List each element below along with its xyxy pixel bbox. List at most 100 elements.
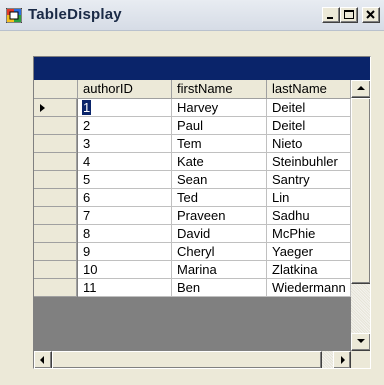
cell-authorid[interactable]: 1 <box>78 99 172 117</box>
row-header[interactable] <box>34 135 77 153</box>
cell-firstname[interactable]: Praveen <box>172 207 267 225</box>
cell-value: 8 <box>83 226 91 241</box>
row-header[interactable] <box>34 207 77 225</box>
cell-authorid[interactable]: 8 <box>78 225 172 243</box>
cell-value: Harvey <box>177 100 219 115</box>
minimize-button[interactable] <box>322 7 340 23</box>
table-display-window: TableDisplay authorID firstName lastName… <box>0 0 384 385</box>
scroll-right-button[interactable] <box>333 351 351 368</box>
column-header-lastname[interactable]: lastName <box>267 80 351 99</box>
data-grid[interactable]: authorID firstName lastName 1 Harvey Deite… <box>33 56 371 369</box>
cell-firstname[interactable]: Cheryl <box>172 243 267 261</box>
cell-value: 9 <box>83 244 91 259</box>
scroll-up-button[interactable] <box>351 80 370 98</box>
cell-value: Wiedermann <box>272 280 346 295</box>
cell-value: Deitel <box>272 118 306 133</box>
title-bar[interactable]: TableDisplay <box>0 0 384 31</box>
cell-lastname[interactable]: Lin <box>267 189 351 207</box>
row-header[interactable] <box>34 99 77 117</box>
cell-lastname[interactable]: Deitel <box>267 99 351 117</box>
horizontal-scrollbar[interactable] <box>34 351 351 368</box>
table-row[interactable]: 6 Ted Lin <box>34 189 351 207</box>
cell-firstname[interactable]: Kate <box>172 153 267 171</box>
scrollbar-corner <box>351 351 370 368</box>
cell-authorid[interactable]: 9 <box>78 243 172 261</box>
table-row[interactable]: 3 Tem Nieto <box>34 135 351 153</box>
cell-lastname[interactable]: Wiedermann <box>267 279 351 297</box>
cell-firstname[interactable]: Harvey <box>172 99 267 117</box>
cell-value: Paul <box>177 118 204 133</box>
cell-authorid[interactable]: 2 <box>78 117 172 135</box>
cell-value: Ted <box>177 190 198 205</box>
table-row[interactable]: 1 Harvey Deitel <box>34 99 351 117</box>
table-row[interactable]: 7 Praveen Sadhu <box>34 207 351 225</box>
table-row[interactable]: 11 Ben Wiedermann <box>34 279 351 297</box>
table-row[interactable]: 9 Cheryl Yaeger <box>34 243 351 261</box>
cell-authorid[interactable]: 3 <box>78 135 172 153</box>
scroll-left-button[interactable] <box>34 351 52 368</box>
cell-value: 1 <box>82 100 92 115</box>
cell-authorid[interactable]: 5 <box>78 171 172 189</box>
cell-lastname[interactable]: Sadhu <box>267 207 351 225</box>
app-icon[interactable] <box>5 7 23 24</box>
cell-authorid[interactable]: 11 <box>78 279 172 297</box>
cell-firstname[interactable]: Paul <box>172 117 267 135</box>
table-row[interactable]: 2 Paul Deitel <box>34 117 351 135</box>
row-header[interactable] <box>34 117 77 135</box>
cell-firstname[interactable]: David <box>172 225 267 243</box>
cell-value: Ben <box>177 280 201 295</box>
arrow-right-icon <box>341 356 345 364</box>
cell-lastname[interactable]: McPhie <box>267 225 351 243</box>
cell-firstname[interactable]: Ben <box>172 279 267 297</box>
cell-value: 3 <box>83 136 91 151</box>
cell-authorid[interactable]: 7 <box>78 207 172 225</box>
scroll-down-button[interactable] <box>351 333 370 351</box>
vertical-scroll-thumb[interactable] <box>351 98 370 284</box>
cell-authorid[interactable]: 6 <box>78 189 172 207</box>
row-header[interactable] <box>34 243 77 261</box>
cell-authorid[interactable]: 10 <box>78 261 172 279</box>
cell-lastname[interactable]: Yaeger <box>267 243 351 261</box>
row-header[interactable] <box>34 171 77 189</box>
cell-lastname[interactable]: Steinbuhler <box>267 153 351 171</box>
table-row[interactable]: 4 Kate Steinbuhler <box>34 153 351 171</box>
column-header-firstname[interactable]: firstName <box>172 80 267 99</box>
cell-firstname[interactable]: Marina <box>172 261 267 279</box>
cell-firstname[interactable]: Sean <box>172 171 267 189</box>
cell-value: 4 <box>83 154 91 169</box>
cell-authorid[interactable]: 4 <box>78 153 172 171</box>
cell-lastname[interactable]: Santry <box>267 171 351 189</box>
row-header[interactable] <box>34 279 77 297</box>
row-header[interactable] <box>34 225 77 243</box>
arrow-down-icon <box>357 339 365 343</box>
cell-value: Deitel <box>272 100 306 115</box>
cell-value: 11 <box>83 280 97 295</box>
table-row[interactable]: 10 Marina Zlatkina <box>34 261 351 279</box>
cell-value: David <box>177 226 211 241</box>
cell-value: Santry <box>272 172 310 187</box>
row-header[interactable] <box>34 261 77 279</box>
maximize-button[interactable] <box>340 7 358 23</box>
cell-value: 2 <box>83 118 91 133</box>
cell-value: 6 <box>83 190 91 205</box>
table-row[interactable]: 8 David McPhie <box>34 225 351 243</box>
cell-firstname[interactable]: Tem <box>172 135 267 153</box>
arrow-left-icon <box>40 356 44 364</box>
close-button[interactable] <box>362 7 380 23</box>
cell-firstname[interactable]: Ted <box>172 189 267 207</box>
cell-value: Cheryl <box>177 244 215 259</box>
table-row[interactable]: 5 Sean Santry <box>34 171 351 189</box>
column-header-authorid[interactable]: authorID <box>78 80 172 99</box>
cell-value: McPhie <box>272 226 316 241</box>
row-header[interactable] <box>34 153 77 171</box>
row-header[interactable] <box>34 189 77 207</box>
vertical-scrollbar[interactable] <box>351 80 370 351</box>
window-title: TableDisplay <box>28 6 122 23</box>
cell-lastname[interactable]: Nieto <box>267 135 351 153</box>
cell-lastname[interactable]: Zlatkina <box>267 261 351 279</box>
cell-lastname[interactable]: Deitel <box>267 117 351 135</box>
cell-value: Kate <box>177 154 204 169</box>
row-header-corner <box>34 80 78 99</box>
cell-value: 5 <box>83 172 91 187</box>
horizontal-scroll-thumb[interactable] <box>52 351 322 368</box>
